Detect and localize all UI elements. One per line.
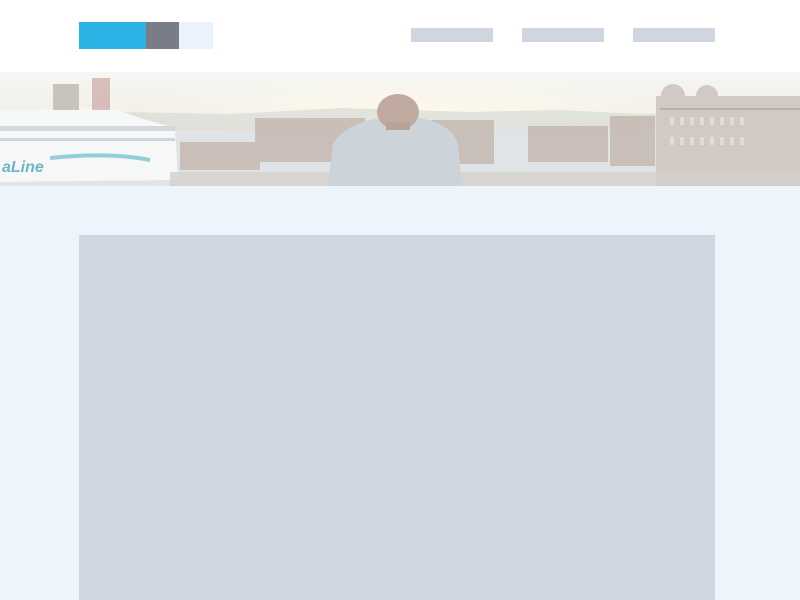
logo-block-tertiary [179, 22, 213, 49]
nav-item-1-placeholder[interactable] [411, 28, 493, 42]
header [0, 0, 800, 72]
hero-city-harbor-illustration: aLine [0, 72, 800, 186]
main-content-placeholder [79, 235, 715, 600]
logo-block-secondary [146, 22, 179, 49]
hero-banner-image: aLine [0, 72, 800, 186]
nav-item-2-placeholder[interactable] [522, 28, 604, 42]
logo[interactable] [79, 22, 213, 49]
logo-block-primary [79, 22, 146, 49]
nav-item-3-placeholder[interactable] [633, 28, 715, 42]
